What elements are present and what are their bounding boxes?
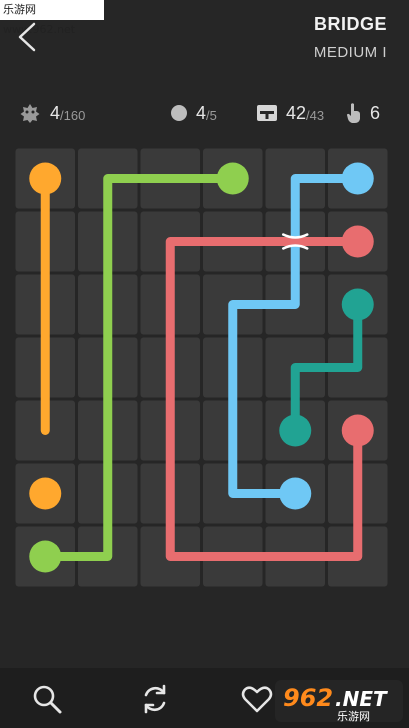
levels-total: /160 (60, 107, 86, 123)
endpoint-dot[interactable] (341, 414, 374, 447)
hints-value: 6 (370, 102, 381, 123)
bridges-total: /5 (206, 107, 217, 123)
level-pack-title: BRIDGE (313, 14, 387, 34)
heart-icon[interactable] (240, 682, 274, 716)
watermark: 乐游网 www.962.net (0, 0, 104, 36)
stats-bar: 4 /160 4 /5 42 /43 6 (0, 98, 409, 128)
levels-stat: 4 /160 (18, 98, 85, 128)
endpoint-dot[interactable] (29, 162, 62, 195)
bottom-toolbar (0, 668, 409, 728)
restart-icon[interactable] (138, 682, 172, 716)
dot-icon (171, 105, 187, 121)
pointer-hand-icon (347, 103, 360, 123)
endpoint-dot[interactable] (341, 162, 374, 195)
bridge-icon (257, 105, 277, 121)
endpoint-dot[interactable] (29, 540, 62, 573)
endpoint-dot[interactable] (29, 477, 62, 510)
endpoint-dot[interactable] (279, 477, 312, 510)
chevron-left-icon (18, 22, 36, 52)
game-board[interactable] (0, 140, 409, 600)
search-icon[interactable] (30, 682, 64, 716)
levels-value: 4 (50, 102, 61, 123)
bridges-stat: 4 /5 (170, 98, 217, 128)
endpoint-dot[interactable] (279, 414, 312, 447)
endpoint-dot[interactable] (216, 162, 249, 195)
bridges-value: 4 (196, 102, 207, 123)
level-pack-subtitle: MEDIUM I (313, 44, 387, 61)
back-button[interactable] (14, 20, 42, 54)
moves-stat: 42 /43 (256, 98, 324, 128)
endpoint-dot[interactable] (341, 225, 374, 258)
puzzle-icon (20, 104, 40, 123)
endpoint-dot[interactable] (341, 288, 374, 321)
moves-value: 42 (286, 102, 307, 123)
moves-total: /43 (306, 107, 325, 123)
hints-stat[interactable]: 6 (346, 98, 380, 128)
board-canvas[interactable] (0, 140, 409, 600)
